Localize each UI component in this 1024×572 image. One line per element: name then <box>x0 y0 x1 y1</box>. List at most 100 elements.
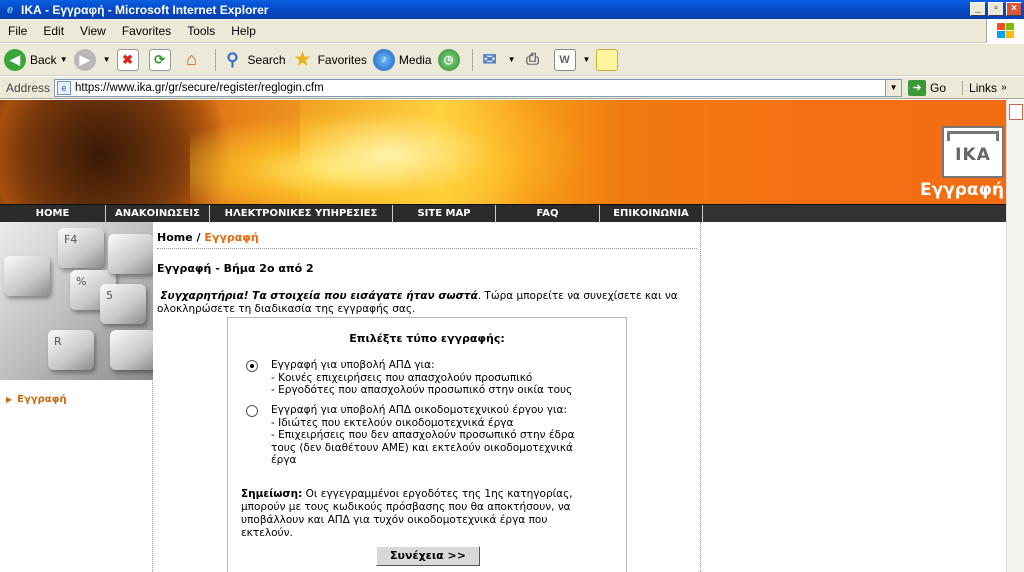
nav-contact[interactable]: ΕΠΙΚΟΙΝΩΝΙΑ <box>600 205 703 223</box>
close-button[interactable]: × <box>1006 2 1022 16</box>
logo-roof-icon <box>947 131 999 141</box>
links-chevron-icon[interactable]: » <box>1001 82 1007 93</box>
option-construction-line1: - Ιδιώτες που εκτελούν οικοδομοτεχνικά έ… <box>271 416 514 429</box>
page-icon: e <box>57 80 72 95</box>
minimize-button[interactable]: _ <box>970 2 986 16</box>
nav-announcements[interactable]: ΑΝΑΚΟΙΝΩΣΕΙΣ <box>106 205 210 223</box>
favorites-label: Favorites <box>317 52 367 67</box>
menu-favorites[interactable]: Favorites <box>114 24 179 38</box>
links-button[interactable]: Links <box>962 80 997 95</box>
printer-icon: ⎙ <box>526 50 539 68</box>
triangle-right-icon: ▶ <box>6 395 13 404</box>
main-nav: HOME ΑΝΑΚΟΙΝΩΣΕΙΣ ΗΛΕΚΤΡΟΝΙΚΕΣ ΥΠΗΡΕΣΙΕΣ… <box>0 204 1006 223</box>
edit-button[interactable]: W ▼ <box>553 48 591 71</box>
keyboard-image: F4 % 5 R <box>0 222 153 380</box>
menu-tools[interactable]: Tools <box>179 24 223 38</box>
window-title: ΙΚΑ - Εγγραφή - Microsoft Internet Explo… <box>21 2 269 17</box>
maximize-button[interactable]: ▫ <box>988 2 1004 16</box>
page-title: Εγγραφή - Βήμα 2ο από 2 <box>157 262 314 275</box>
word-icon: W <box>553 48 576 71</box>
nav-faq[interactable]: FAQ <box>496 205 600 223</box>
scrollbar-thumb[interactable] <box>1009 104 1023 120</box>
address-input[interactable]: e https://www.ika.gr/gr/secure/register/… <box>54 78 903 97</box>
go-button[interactable]: ➜ Go <box>908 79 946 96</box>
address-bar: Address e https://www.ika.gr/gr/secure/r… <box>0 77 1024 99</box>
forward-button[interactable]: ▶ ▼ <box>73 48 111 71</box>
toolbar: ◀ Back ▼ ▶ ▼ ✖ ⟳ ⌂ ⚲ Search ★ Favorites … <box>0 44 1024 76</box>
radio-employer[interactable] <box>246 360 258 372</box>
back-button[interactable]: ◀ Back ▼ <box>4 48 68 71</box>
menu-bar: File Edit View Favorites Tools Help <box>0 19 1024 43</box>
ika-logo[interactable]: IKA <box>942 126 1004 178</box>
stop-icon: ✖ <box>116 48 139 71</box>
key-blank <box>108 234 153 274</box>
banner-title: Εγγραφή <box>919 180 1004 200</box>
forward-arrow-icon: ▶ <box>73 48 96 71</box>
discuss-button[interactable] <box>596 48 622 71</box>
option-employer[interactable]: Εγγραφή για υποβολή ΑΠΔ για: - Κοινές επ… <box>246 359 611 397</box>
success-message-bold: Συγχαρητήρια! Τα στοιχεία που εισάγατε ή… <box>160 290 478 302</box>
breadcrumb-current: Εγγραφή <box>204 231 259 244</box>
option-employer-line2: - Εργοδότες που απασχολούν προσωπικό στη… <box>271 384 573 396</box>
sidebar: F4 % 5 R ▶ Εγγραφή <box>0 222 153 572</box>
windows-logo-icon <box>986 19 1024 43</box>
option-construction[interactable]: Εγγραφή για υποβολή ΑΠΔ οικοδομοτεχνικού… <box>246 404 601 467</box>
ie-icon: e <box>6 3 14 16</box>
option-employer-text: Εγγραφή για υποβολή ΑΠΔ για: - Κοινές επ… <box>271 359 611 397</box>
history-button[interactable]: ◷ <box>437 48 464 71</box>
history-icon: ◷ <box>437 48 460 71</box>
address-label: Address <box>6 80 51 95</box>
note-icon <box>596 48 619 71</box>
petals-highlight-image <box>300 100 600 204</box>
window-titlebar: e ΙΚΑ - Εγγραφή - Microsoft Internet Exp… <box>0 0 1024 19</box>
radio-construction[interactable] <box>246 405 258 417</box>
sidebar-item-label: Εγγραφή <box>17 394 67 405</box>
back-arrow-icon: ◀ <box>4 48 26 71</box>
continue-button[interactable]: Συνέχεια >> <box>376 546 480 566</box>
menu-edit[interactable]: Edit <box>35 24 72 38</box>
menu-view[interactable]: View <box>72 24 114 38</box>
search-icon: ⚲ <box>226 49 239 69</box>
option-employer-line1: - Κοινές επιχειρήσεις που απασχολούν προ… <box>271 371 533 384</box>
registration-type-title: Επιλέξτε τύπο εγγραφής: <box>349 332 505 345</box>
dropdown-arrow-icon: ▼ <box>59 55 68 64</box>
option-construction-text: Εγγραφή για υποβολή ΑΠΔ οικοδομοτεχνικού… <box>271 404 601 467</box>
mail-button[interactable]: ✉ ▼ <box>479 49 515 71</box>
search-button[interactable]: ⚲ Search <box>222 49 285 71</box>
page-viewport: IKA Εγγραφή HOME ΑΝΑΚΟΙΝΩΣΕΙΣ ΗΛΕΚΤΡΟΝΙΚ… <box>0 100 1006 572</box>
star-icon: ★ <box>294 49 311 69</box>
toolbar-separator <box>471 48 473 71</box>
option-employer-heading: Εγγραφή για υποβολή ΑΠΔ για: <box>271 359 435 371</box>
option-construction-heading: Εγγραφή για υποβολή ΑΠΔ οικοδομοτεχνικού… <box>271 404 568 416</box>
breadcrumb: Home / Εγγραφή <box>157 231 697 249</box>
dropdown-arrow-icon: ▼ <box>582 55 591 64</box>
menu-help[interactable]: Help <box>223 24 264 38</box>
breadcrumb-home[interactable]: Home <box>157 231 193 244</box>
dropdown-arrow-icon: ▼ <box>102 55 111 64</box>
breadcrumb-separator: / <box>192 231 205 244</box>
menu-file[interactable]: File <box>0 24 35 38</box>
refresh-button[interactable]: ⟳ <box>148 48 175 71</box>
vertical-scrollbar[interactable] <box>1006 100 1024 572</box>
stop-button[interactable]: ✖ <box>116 48 143 71</box>
key-blank <box>4 256 50 296</box>
go-arrow-icon: ➜ <box>908 79 927 96</box>
home-icon: ⌂ <box>186 49 197 69</box>
print-button[interactable]: ⎙ <box>522 49 548 71</box>
home-button[interactable]: ⌂ <box>181 49 207 71</box>
address-url: https://www.ika.gr/gr/secure/register/re… <box>75 81 324 94</box>
key-f4: F4 <box>58 228 104 268</box>
key-r: R <box>48 330 94 370</box>
option-construction-line2: - Επιχειρήσεις που δεν απασχολούν προσωπ… <box>271 429 575 466</box>
key-blank <box>110 330 153 370</box>
nav-e-services[interactable]: ΗΛΕΚΤΡΟΝΙΚΕΣ ΥΠΗΡΕΣΙΕΣ <box>210 205 393 223</box>
nav-site-map[interactable]: SITE MAP <box>393 205 496 223</box>
favorites-button[interactable]: ★ Favorites <box>292 49 367 71</box>
nav-home[interactable]: HOME <box>0 205 106 223</box>
address-dropdown-icon[interactable]: ▼ <box>885 79 902 96</box>
back-label: Back <box>30 52 57 67</box>
media-button[interactable]: ♪ Media <box>372 48 432 71</box>
registration-note: Σημείωση: Οι εγγεγραμμένοι εργοδότες της… <box>241 488 601 540</box>
nav-filler <box>703 205 1006 222</box>
sidebar-item-register[interactable]: ▶ Εγγραφή <box>6 394 67 405</box>
